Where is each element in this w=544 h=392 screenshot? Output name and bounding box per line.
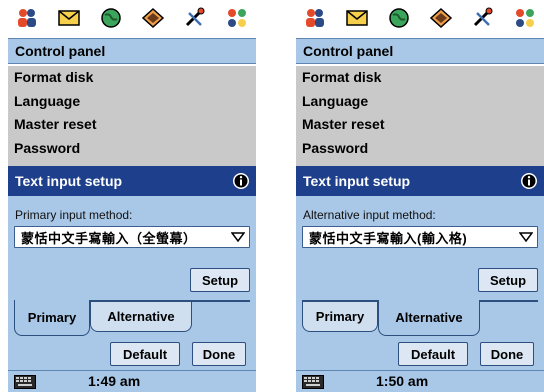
control-panel-header: Control panel xyxy=(8,38,256,64)
list-item-language[interactable]: Language xyxy=(296,90,544,114)
input-method-value: 蒙恬中文手寫輸入（全螢幕） xyxy=(21,230,197,246)
info-icon[interactable] xyxy=(232,172,250,190)
input-method-select[interactable]: 蒙恬中文手寫輸入（全螢幕） xyxy=(14,226,250,248)
applications-icon[interactable] xyxy=(140,5,166,31)
status-bar: 1:49 am xyxy=(8,370,256,392)
dialog-title-text: Text input setup xyxy=(303,173,411,189)
list-item-language[interactable]: Language xyxy=(8,90,256,114)
clock-time: 1:50 am xyxy=(376,373,429,389)
launcher-bar xyxy=(296,0,544,36)
extras-icon[interactable] xyxy=(224,5,250,31)
tab-primary[interactable]: Primary xyxy=(14,300,90,336)
tab-primary[interactable]: Primary xyxy=(302,302,378,332)
keyboard-icon[interactable] xyxy=(302,375,324,389)
dialog-title: Text input setup xyxy=(296,166,544,196)
done-button[interactable]: Done xyxy=(192,342,246,366)
tab-alternative[interactable]: Alternative xyxy=(378,300,480,336)
input-method-label: Primary input method: xyxy=(15,208,133,222)
default-button[interactable]: Default xyxy=(398,342,468,366)
done-button[interactable]: Done xyxy=(480,342,534,366)
list-item-password[interactable]: Password xyxy=(296,137,544,161)
web-icon[interactable] xyxy=(98,5,124,31)
dialog-body: Primary input method: 蒙恬中文手寫輸入（全螢幕） Setu… xyxy=(8,196,256,336)
messages-icon[interactable] xyxy=(56,5,82,31)
web-icon[interactable] xyxy=(386,5,412,31)
info-icon[interactable] xyxy=(520,172,538,190)
setup-button[interactable]: Setup xyxy=(190,268,250,292)
tab-bar: Primary Alternative xyxy=(296,300,544,340)
tools-icon[interactable] xyxy=(470,5,496,31)
default-button[interactable]: Default xyxy=(110,342,180,366)
keyboard-icon[interactable] xyxy=(14,375,36,389)
launcher-bar xyxy=(8,0,256,36)
phone-screen-primary: Control panel Format disk Language Maste… xyxy=(8,0,256,392)
clock-time: 1:49 am xyxy=(88,373,141,389)
input-method-label: Alternative input method: xyxy=(303,208,436,222)
setup-button[interactable]: Setup xyxy=(478,268,538,292)
tab-bar: Primary Alternative xyxy=(8,300,256,340)
dialog-body: Alternative input method: 蒙恬中文手寫輸入(輸入格) … xyxy=(296,196,544,336)
dialog-title-text: Text input setup xyxy=(15,173,123,189)
tab-alternative[interactable]: Alternative xyxy=(90,302,192,332)
dialog-title: Text input setup xyxy=(8,166,256,196)
input-method-select[interactable]: 蒙恬中文手寫輸入(輸入格) xyxy=(302,226,538,248)
list-item-master-reset[interactable]: Master reset xyxy=(296,113,544,137)
chevron-down-icon xyxy=(517,230,535,244)
list-item-password[interactable]: Password xyxy=(8,137,256,161)
phone-screen-alternative: Control panel Format disk Language Maste… xyxy=(296,0,544,392)
control-panel-list: Format disk Language Master reset Passwo… xyxy=(296,66,544,166)
messages-icon[interactable] xyxy=(344,5,370,31)
text-input-setup-dialog: Text input setup Alternative input metho… xyxy=(296,166,544,370)
text-input-setup-dialog: Text input setup Primary input method: 蒙… xyxy=(8,166,256,370)
status-bar: 1:50 am xyxy=(296,370,544,392)
tools-icon[interactable] xyxy=(182,5,208,31)
applications-icon[interactable] xyxy=(428,5,454,31)
control-panel-header: Control panel xyxy=(296,38,544,64)
list-item-format-disk[interactable]: Format disk xyxy=(296,66,544,90)
input-method-value: 蒙恬中文手寫輸入(輸入格) xyxy=(309,230,468,246)
extras-icon[interactable] xyxy=(512,5,538,31)
contacts-icon[interactable] xyxy=(14,5,40,31)
contacts-icon[interactable] xyxy=(302,5,328,31)
list-item-master-reset[interactable]: Master reset xyxy=(8,113,256,137)
list-item-format-disk[interactable]: Format disk xyxy=(8,66,256,90)
chevron-down-icon xyxy=(229,230,247,244)
control-panel-list: Format disk Language Master reset Passwo… xyxy=(8,66,256,166)
